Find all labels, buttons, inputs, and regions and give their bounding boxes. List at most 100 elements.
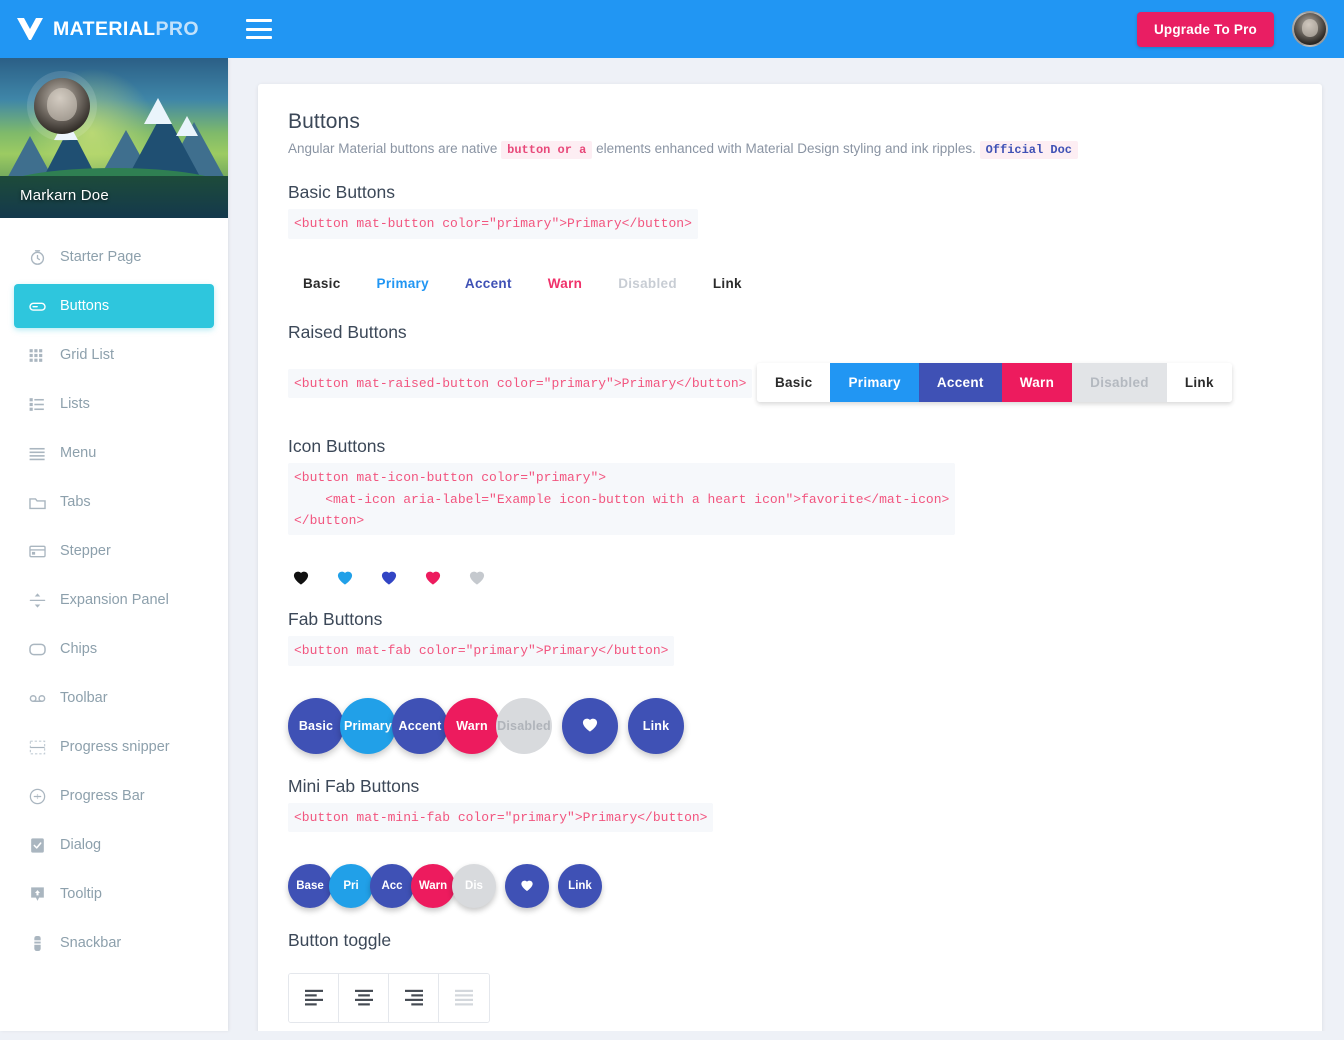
mini-fab-button-disabled: Dis [452,864,496,908]
sidebar-item-lists[interactable]: Lists [14,382,214,426]
sidebar-item-label: Lists [60,396,90,412]
section-title-fab: Fab Buttons [288,609,1292,630]
official-doc-link[interactable]: Official Doc [980,141,1078,159]
sidebar-item-label: Snackbar [60,935,121,951]
mini-fab-button-base[interactable]: Base [288,864,332,908]
code-line-1: <button mat-icon-button color="primary"> [294,467,949,488]
mini-fab-button-warn[interactable]: Warn [411,864,455,908]
code-snippet-minifab: <button mat-mini-fab color="primary">Pri… [288,803,713,832]
chips-icon [28,640,47,659]
sidebar-item-expansion-panel[interactable]: Expansion Panel [14,578,214,622]
icon-button-heart-basic[interactable] [290,567,312,587]
tabs-icon [28,493,47,512]
toolbar-icon [28,689,47,708]
sidebar-item-label: Dialog [60,837,101,853]
sidebar-item-tabs[interactable]: Tabs [14,480,214,524]
brand-sub: PRO [156,18,199,40]
sidebar-item-progress-bar[interactable]: Progress Bar [14,774,214,818]
mini-fab-button-link[interactable]: Link [558,864,602,908]
brand-logo[interactable]: MATERIALPRO [0,16,228,42]
icon-button-heart-warn[interactable] [422,567,444,587]
sidebar-item-toolbar[interactable]: Toolbar [14,676,214,720]
raised-button-accent[interactable]: Accent [919,363,1002,402]
fab-button-basic[interactable]: Basic [288,698,344,754]
sidebar-nav-list: Starter Page Buttons Grid List Lists [0,218,228,990]
sidebar-item-progress-snipper[interactable]: Progress snipper [14,725,214,769]
section-title-icon: Icon Buttons [288,436,1292,457]
material-pro-logo-icon [16,16,44,42]
page-description: Angular Material buttons are native butt… [288,138,1292,160]
sidebar-item-snackbar[interactable]: Snackbar [14,921,214,965]
sidebar-item-label: Starter Page [60,249,141,265]
expansion-panel-icon [28,591,47,610]
code-snippet-fab: <button mat-fab color="primary">Primary<… [288,636,674,665]
hamburger-line [246,28,272,31]
sidebar-item-label: Progress snipper [60,739,170,755]
basic-button-primary[interactable]: Primary [362,267,444,300]
raised-button-link[interactable]: Link [1167,363,1232,402]
mini-fab-button-heart[interactable] [505,864,549,908]
toggle-align-right-button[interactable] [389,974,439,1022]
raised-button-basic[interactable]: Basic [757,363,831,402]
raised-button-primary[interactable]: Primary [830,363,918,402]
hamburger-line [246,36,272,39]
align-right-icon [403,988,425,1009]
toggle-align-left-button[interactable] [289,974,339,1022]
inline-code-snippet: button or a [501,141,592,159]
icon-button-heart-primary[interactable] [334,567,356,587]
sidebar-item-label: Buttons [60,298,109,314]
code-snippet-icon: <button mat-icon-button color="primary">… [288,463,955,535]
mini-fab-button-primary[interactable]: Pri [329,864,373,908]
grid-icon [28,346,47,365]
mini-fab-button-accent[interactable]: Acc [370,864,414,908]
heart-icon [422,567,444,587]
heart-icon [518,877,536,896]
fab-button-accent[interactable]: Accent [392,698,448,754]
sidebar-item-label: Stepper [60,543,111,559]
sidebar-avatar[interactable] [34,78,90,134]
fab-button-heart[interactable] [562,698,618,754]
toggle-align-center-button[interactable] [339,974,389,1022]
basic-button-warn[interactable]: Warn [533,267,597,300]
sidebar-item-stepper[interactable]: Stepper [14,529,214,573]
icon-button-heart-disabled [466,567,488,587]
topbar-avatar[interactable] [1292,11,1328,47]
raised-buttons-row: Basic Primary Accent Warn Disabled Link [757,363,1232,402]
icon-button-heart-accent[interactable] [378,567,400,587]
lead-text-after: elements enhanced with Material Design s… [596,141,976,156]
sidebar-item-label: Menu [60,445,96,461]
basic-button-disabled: Disabled [603,267,692,300]
sidebar-item-dialog[interactable]: Dialog [14,823,214,867]
icon-buttons-row [290,567,1292,587]
heart-icon [290,567,312,587]
sidebar-item-label: Progress Bar [60,788,145,804]
basic-button-accent[interactable]: Accent [450,267,527,300]
fab-button-primary[interactable]: Primary [340,698,396,754]
sidebar-item-tooltip[interactable]: Tooltip [14,872,214,916]
toggle-align-justify-button [439,974,489,1022]
basic-button-basic[interactable]: Basic [288,267,356,300]
mini-fab-buttons-row: Base Pri Acc Warn Dis Link [288,864,1292,908]
sidebar-item-chips[interactable]: Chips [14,627,214,671]
button-toggle-group [288,973,490,1023]
upgrade-to-pro-button[interactable]: Upgrade To Pro [1137,12,1274,47]
main-content: Buttons Angular Material buttons are nat… [228,58,1344,1031]
fab-button-link[interactable]: Link [628,698,684,754]
hamburger-line [246,19,272,22]
fab-button-warn[interactable]: Warn [444,698,500,754]
basic-button-link[interactable]: Link [698,267,757,300]
sidebar-item-starter-page[interactable]: Starter Page [14,235,214,279]
sidebar-item-menu[interactable]: Menu [14,431,214,475]
section-title-raised: Raised Buttons [288,322,1292,343]
code-line-3: </button> [294,510,949,531]
hamburger-menu-icon[interactable] [246,19,272,39]
sidebar-item-label: Expansion Panel [60,592,169,608]
raised-button-warn[interactable]: Warn [1002,363,1072,402]
sidebar-item-grid-list[interactable]: Grid List [14,333,214,377]
section-title-button-toggle: Button toggle [288,930,1292,951]
sidebar-item-buttons[interactable]: Buttons [14,284,214,328]
align-justify-icon [453,988,475,1009]
sidebar-item-label: Tooltip [60,886,102,902]
section-title-basic: Basic Buttons [288,182,1292,203]
heart-icon [466,567,488,587]
